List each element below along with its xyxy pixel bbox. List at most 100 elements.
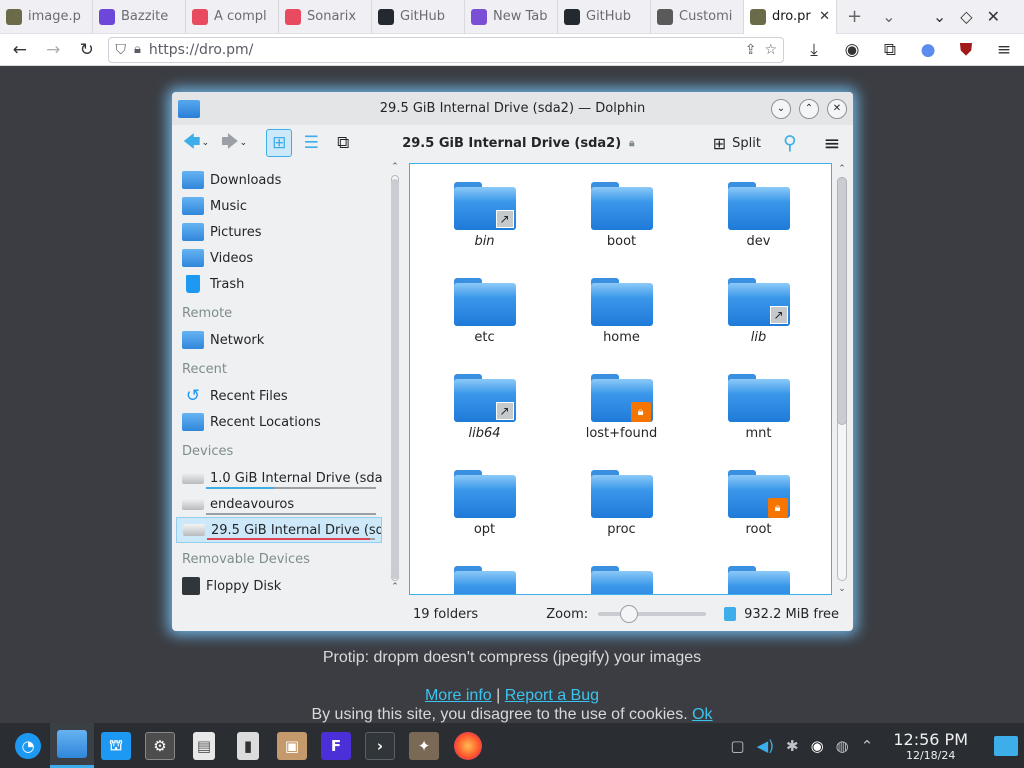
places-item[interactable]: endeavouros: [176, 491, 382, 517]
url-bar[interactable]: ⛉ 🔒︎ https://dro.pm/ ⇪ ☆: [108, 36, 784, 63]
taskbar-store[interactable]: ⛫: [94, 723, 138, 768]
app-launcher-button[interactable]: ◔: [6, 723, 50, 768]
browser-tab[interactable]: GitHub: [372, 0, 465, 34]
bluetooth-icon[interactable]: ✱: [786, 737, 799, 755]
forward-button[interactable]: →: [41, 38, 64, 62]
browser-tab[interactable]: New Tab: [465, 0, 558, 34]
window-restore-icon[interactable]: ◇: [960, 7, 972, 26]
taskbar-settings[interactable]: ⚙: [138, 723, 182, 768]
places-item[interactable]: Music: [176, 193, 382, 219]
places-item[interactable]: ↺ Recent Files: [176, 383, 382, 409]
close-button[interactable]: ✕: [827, 98, 847, 119]
icons-view-icon[interactable]: ⊞: [266, 129, 293, 157]
taskbar-terminal[interactable]: ›: [358, 723, 402, 768]
downloads-icon[interactable]: ⤓: [802, 38, 826, 62]
tray-expand-icon[interactable]: ⌃: [861, 737, 874, 755]
browser-tab[interactable]: Sonarix: [279, 0, 372, 34]
folder-item[interactable]: proc: [553, 470, 690, 566]
browser-tab[interactable]: Customi: [651, 0, 744, 34]
back-button[interactable]: ←: [8, 38, 31, 62]
details-view-icon[interactable]: ☰: [298, 129, 324, 157]
breadcrumb-label[interactable]: 29.5 GiB Internal Drive (sda2): [402, 136, 621, 151]
extensions-icon[interactable]: ⧉: [878, 38, 902, 62]
account-icon[interactable]: ◉: [840, 38, 864, 62]
folder-item[interactable]: [416, 566, 553, 594]
shield-icon[interactable]: ⛉: [115, 42, 126, 58]
more-info-link[interactable]: More info: [425, 687, 492, 704]
places-scrollbar[interactable]: ⌃ ⌃: [389, 161, 401, 595]
places-item[interactable]: 1.0 GiB Internal Drive (sda1): [176, 465, 382, 491]
places-item[interactable]: Trash: [176, 271, 382, 297]
folder-item[interactable]: ↗ bin: [416, 182, 553, 278]
folder-item[interactable]: ↗ lib64: [416, 374, 553, 470]
folder-item[interactable]: 🔒︎ lost+found: [553, 374, 690, 470]
clock[interactable]: 12:56 PM 12/18/24: [893, 730, 968, 762]
folder-item[interactable]: opt: [416, 470, 553, 566]
search-icon[interactable]: ⚲: [777, 129, 803, 157]
forward-arrow-icon[interactable]: 🡆 ⌄: [218, 129, 250, 157]
cookie-ok-link[interactable]: Ok: [692, 706, 712, 723]
dolphin-titlebar[interactable]: 29.5 GiB Internal Drive (sda2) — Dolphin…: [172, 92, 853, 125]
breadcrumb[interactable]: 29.5 GiB Internal Drive (sda2) 🔒︎: [402, 136, 634, 151]
share-icon[interactable]: ⇪: [745, 42, 757, 58]
maximize-button[interactable]: ⌃: [799, 98, 819, 119]
folder-item[interactable]: home: [553, 278, 690, 374]
symlink-badge-icon: ↗: [495, 402, 514, 420]
places-item[interactable]: Pictures: [176, 219, 382, 245]
bookmark-star-icon[interactable]: ☆: [764, 42, 777, 58]
volume-icon[interactable]: ◀): [757, 737, 774, 755]
tree-view-icon[interactable]: ⧉: [330, 129, 356, 157]
browser-tab[interactable]: dro.pr ✕: [744, 0, 837, 34]
tab-list-chevron-icon[interactable]: ⌄: [872, 7, 905, 26]
new-tab-button[interactable]: +: [837, 6, 872, 27]
taskbar-app-f[interactable]: F: [314, 723, 358, 768]
taskbar-archiver[interactable]: ▮: [226, 723, 270, 768]
split-button[interactable]: ⊞ Split: [713, 134, 761, 153]
places-item[interactable]: Floppy Disk: [176, 573, 382, 595]
files-scrollbar[interactable]: ⌃ ⌄: [836, 163, 848, 595]
places-item[interactable]: Videos: [176, 245, 382, 271]
folder-item[interactable]: boot: [553, 182, 690, 278]
places-item[interactable]: 29.5 GiB Internal Drive (sd...: [176, 517, 382, 543]
minimize-button[interactable]: ⌄: [771, 98, 791, 119]
places-item[interactable]: Downloads: [176, 167, 382, 193]
hamburger-menu-icon[interactable]: ≡: [819, 129, 845, 157]
show-desktop-icon[interactable]: [994, 735, 1018, 756]
menu-icon[interactable]: ≡: [992, 38, 1016, 62]
folder-item[interactable]: [553, 566, 690, 594]
folder-item[interactable]: [690, 566, 827, 594]
taskbar-gimp[interactable]: ✦: [402, 723, 446, 768]
browser-tab[interactable]: A compl: [186, 0, 279, 34]
clipboard-icon[interactable]: ▢: [730, 737, 744, 755]
file-view[interactable]: ↗ bin boot dev etc home ↗ lib ↗ lib64 🔒︎ lost+found…: [409, 163, 832, 595]
zoom-slider[interactable]: [598, 605, 707, 623]
back-arrow-icon[interactable]: 🡄 ⌄: [180, 129, 212, 157]
places-item[interactable]: Recent Locations: [176, 409, 382, 435]
profile-icon[interactable]: ●: [916, 38, 940, 62]
lock-icon[interactable]: 🔒︎: [134, 42, 141, 57]
dolphin-app-icon[interactable]: [178, 99, 200, 118]
reload-button[interactable]: ↻: [75, 38, 98, 62]
browser-tab[interactable]: Bazzite: [93, 0, 186, 34]
tab-close-icon[interactable]: ✕: [819, 9, 830, 24]
taskbar-text-editor[interactable]: ▤: [182, 723, 226, 768]
taskbar-package[interactable]: ▣: [270, 723, 314, 768]
url-text[interactable]: https://dro.pm/: [149, 42, 737, 58]
folder-item[interactable]: etc: [416, 278, 553, 374]
window-minimize-icon[interactable]: ⌄: [933, 7, 946, 26]
browser-tab[interactable]: GitHub: [558, 0, 651, 34]
window-close-icon[interactable]: ✕: [987, 7, 1000, 26]
folder-item[interactable]: mnt: [690, 374, 827, 470]
report-bug-link[interactable]: Report a Bug: [505, 687, 599, 704]
folder-item[interactable]: dev: [690, 182, 827, 278]
folder-item[interactable]: ↗ lib: [690, 278, 827, 374]
network-icon[interactable]: ◍: [836, 737, 849, 755]
browser-tab[interactable]: image.p: [0, 0, 93, 34]
folder-item[interactable]: 🔒︎ root: [690, 470, 827, 566]
taskbar-firefox[interactable]: [446, 723, 490, 768]
places-item[interactable]: Network: [176, 327, 382, 353]
taskbar-dolphin[interactable]: [50, 723, 94, 768]
disc-icon[interactable]: ◉: [811, 737, 824, 755]
locked-badge-icon: 🔒︎: [630, 402, 651, 422]
ublock-icon[interactable]: ⛊: [954, 38, 978, 62]
